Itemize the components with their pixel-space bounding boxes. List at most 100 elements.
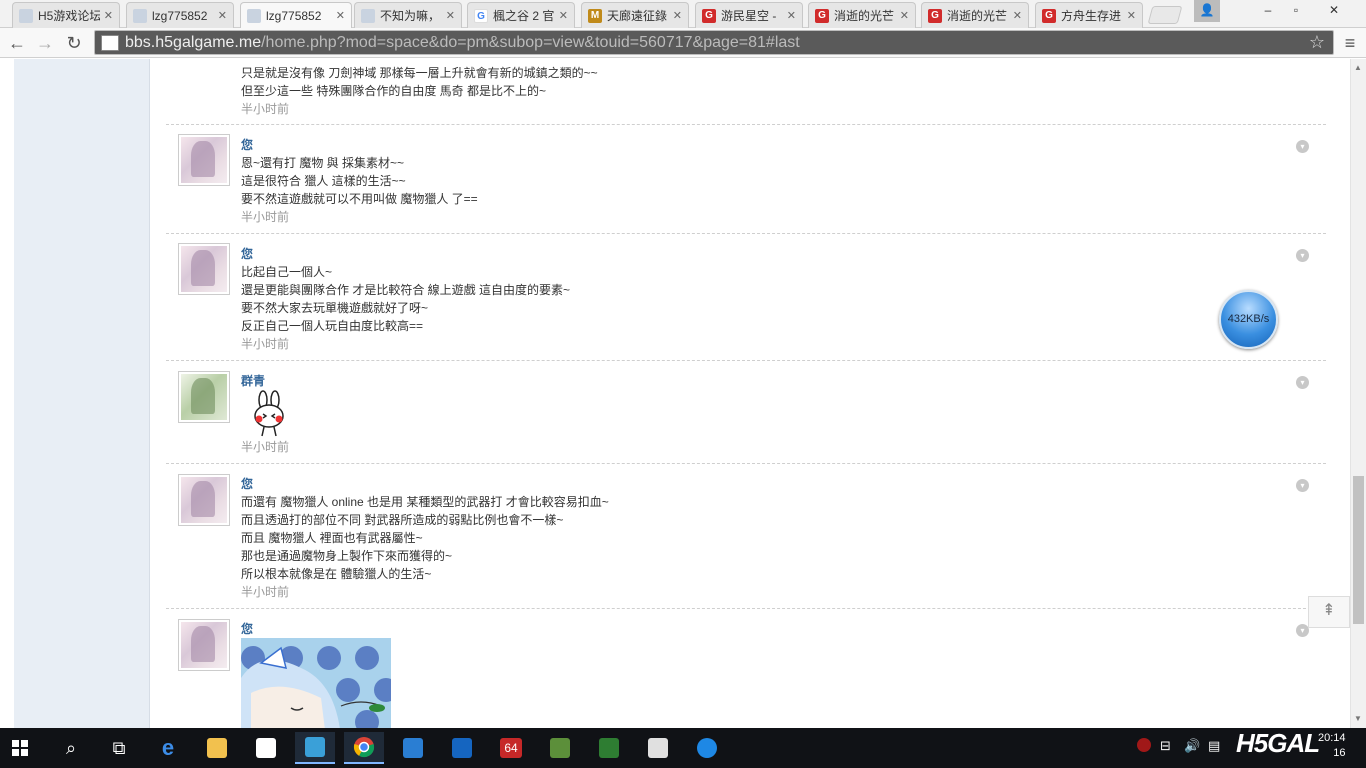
close-icon[interactable]: ✕	[446, 9, 455, 22]
task-view-icon[interactable]: ⧉	[99, 732, 139, 764]
window-close-button[interactable]: ✕	[1320, 0, 1348, 22]
notification-icon[interactable]: ▤	[1208, 738, 1220, 754]
message-author[interactable]: 您	[241, 620, 1326, 638]
message-time: 半小时前	[241, 210, 290, 224]
start-windows-icon[interactable]	[0, 732, 40, 764]
browser-tab[interactable]: G 游民星空 - ✕	[695, 2, 803, 28]
windows-taskbar: ⌕ ⧉ e 64 ⊟ 🔊 ▤ 20:14 16	[0, 728, 1366, 768]
pm-thread: 只是就是沒有像 刀劍神域 那樣每一層上升就會有新的城鎮之類的~~ 但至少這一些 …	[166, 59, 1326, 728]
app-64-icon[interactable]: 64	[491, 732, 531, 764]
close-icon[interactable]: ✕	[218, 9, 227, 22]
tab-title: 不知为嘛，	[380, 9, 441, 23]
user-icon[interactable]: 👤	[1194, 0, 1220, 22]
message-line: 反正自己一個人玩自由度比較高==	[241, 319, 424, 333]
network-speed-widget[interactable]: 432KB/s	[1219, 290, 1278, 349]
maximize-button[interactable]: ▫	[1282, 0, 1310, 22]
browser-tab-active[interactable]: lzg775852 ✕	[240, 2, 352, 28]
app-green-icon[interactable]	[589, 732, 629, 764]
message-line: 所以根本就像是在 體驗獵人的生活~	[241, 567, 432, 581]
close-icon[interactable]: ✕	[559, 9, 568, 22]
browser-tab[interactable]: 不知为嘛， ✕	[354, 2, 462, 28]
back-arrow-icon[interactable]: ←	[5, 31, 29, 55]
scrollbar[interactable]: ▲ ▼	[1350, 59, 1366, 728]
scroll-up-icon[interactable]: ▲	[1354, 63, 1362, 72]
browser-tab[interactable]: M 天廊遠征錄 ✕	[581, 2, 689, 28]
avatar[interactable]	[178, 619, 230, 671]
message-item: ▾ 您 而還有 魔物獵人 online 也是用 某種類型的武器打 才會比較容易扣…	[166, 464, 1326, 609]
search-icon[interactable]: ⌕	[51, 732, 91, 764]
gamersky-favicon-icon: G	[815, 8, 829, 23]
browser-tab[interactable]: H5游戏论坛 ✕	[12, 2, 120, 28]
chevron-down-icon[interactable]: ▾	[1296, 140, 1309, 153]
app-editor-icon[interactable]	[638, 732, 678, 764]
close-icon[interactable]: ✕	[1013, 9, 1022, 22]
browser-tab-bar: H5游戏论坛 ✕ lzg775852 ✕ lzg775852 ✕ 不知为嘛， ✕…	[0, 0, 1366, 28]
browser-tab[interactable]: lzg775852 ✕	[126, 2, 234, 28]
chevron-down-icon[interactable]: ▾	[1296, 479, 1309, 492]
reload-icon[interactable]: ↻	[62, 31, 86, 55]
bookmark-star-icon[interactable]: ☆	[1309, 32, 1325, 53]
tab-title: 消逝的光芒	[834, 9, 895, 23]
app-m-icon[interactable]	[442, 732, 482, 764]
rabbit-sticker	[254, 390, 284, 437]
volume-icon[interactable]: 🔊	[1184, 738, 1200, 754]
message-body: 您 而還有 魔物獵人 online 也是用 某種類型的武器打 才會比較容易扣血~…	[241, 464, 1326, 601]
gamersky-favicon-icon: G	[928, 8, 942, 23]
message-author[interactable]: 您	[241, 136, 1326, 154]
message-time: 半小时前	[241, 337, 290, 351]
message-author[interactable]: 您	[241, 245, 1326, 263]
app-bird-icon[interactable]	[295, 732, 335, 764]
edge-icon[interactable]: e	[148, 732, 188, 764]
media-player-icon[interactable]	[393, 732, 433, 764]
close-icon[interactable]: ✕	[900, 9, 909, 22]
store-icon[interactable]	[246, 732, 286, 764]
avatar[interactable]	[178, 474, 230, 526]
message-author[interactable]: 群青	[241, 372, 1326, 390]
avatar[interactable]	[178, 134, 230, 186]
message-line: 要不然大家去玩單機遊戲就好了呀~	[241, 301, 429, 315]
speed-text: 432KB/s	[1227, 313, 1270, 325]
tray-record-icon[interactable]	[1137, 738, 1151, 752]
message-line: 而且 魔物獵人 裡面也有武器屬性~	[241, 531, 423, 545]
arrow-up-icon[interactable]: ⇞	[1308, 596, 1350, 628]
avatar[interactable]	[178, 371, 230, 423]
chevron-down-icon[interactable]: ▾	[1296, 249, 1309, 262]
chevron-down-icon[interactable]: ▾	[1296, 376, 1309, 389]
minimize-button[interactable]: –	[1254, 0, 1282, 22]
app-books-icon[interactable]	[540, 732, 580, 764]
menu-icon[interactable]: ≡	[1340, 31, 1360, 55]
message-author[interactable]: 您	[241, 475, 1326, 493]
close-icon[interactable]: ✕	[1127, 9, 1136, 22]
message-item: ▾ 群青 半小时前	[166, 361, 1326, 464]
avatar-favicon-icon	[133, 8, 147, 23]
close-icon[interactable]: ✕	[673, 9, 682, 22]
file-explorer-icon[interactable]	[197, 732, 237, 764]
address-bar[interactable]: bbs.h5galgame.me/home.php?mod=space&do=p…	[94, 30, 1334, 55]
close-icon[interactable]: ✕	[336, 9, 345, 22]
browser-tab[interactable]: G 方舟生存进 ✕	[1035, 2, 1143, 28]
mhp-favicon-icon: M	[588, 8, 602, 23]
tab-title: H5游戏论坛	[38, 9, 100, 23]
scrollbar-thumb[interactable]	[1353, 476, 1364, 624]
network-icon[interactable]: ⊟	[1160, 738, 1171, 754]
scroll-down-icon[interactable]: ▼	[1354, 714, 1362, 723]
google-favicon-icon: G	[474, 8, 488, 23]
h5gal-watermark: H5GAL	[1236, 728, 1320, 758]
forward-arrow-icon[interactable]: →	[33, 31, 57, 55]
message-item: ▾ 您	[166, 609, 1326, 728]
chrome-icon[interactable]	[344, 732, 384, 764]
tab-title: lzg775852	[152, 8, 208, 23]
tab-title: 方舟生存进	[1061, 9, 1122, 23]
message-body: 您 恩~還有打 魔物 與 採集素材~~ 這是很符合 獵人 這樣的生活~~ 要不然…	[241, 125, 1326, 226]
close-icon[interactable]: ✕	[787, 9, 796, 22]
tab-title: lzg775852	[266, 8, 322, 23]
app-arrow-icon[interactable]	[687, 732, 727, 764]
browser-tab[interactable]: G 消逝的光芒 ✕	[921, 2, 1029, 28]
browser-tab[interactable]: G 楓之谷 2 官 ✕	[467, 2, 575, 28]
avatar[interactable]	[178, 243, 230, 295]
browser-tab[interactable]: G 消逝的光芒 ✕	[808, 2, 916, 28]
new-tab-button[interactable]	[1147, 6, 1183, 24]
message-body: 您	[241, 609, 1326, 728]
page-content: 只是就是沒有像 刀劍神域 那樣每一層上升就會有新的城鎮之類的~~ 但至少這一些 …	[0, 59, 1350, 728]
close-icon[interactable]: ✕	[104, 9, 113, 22]
